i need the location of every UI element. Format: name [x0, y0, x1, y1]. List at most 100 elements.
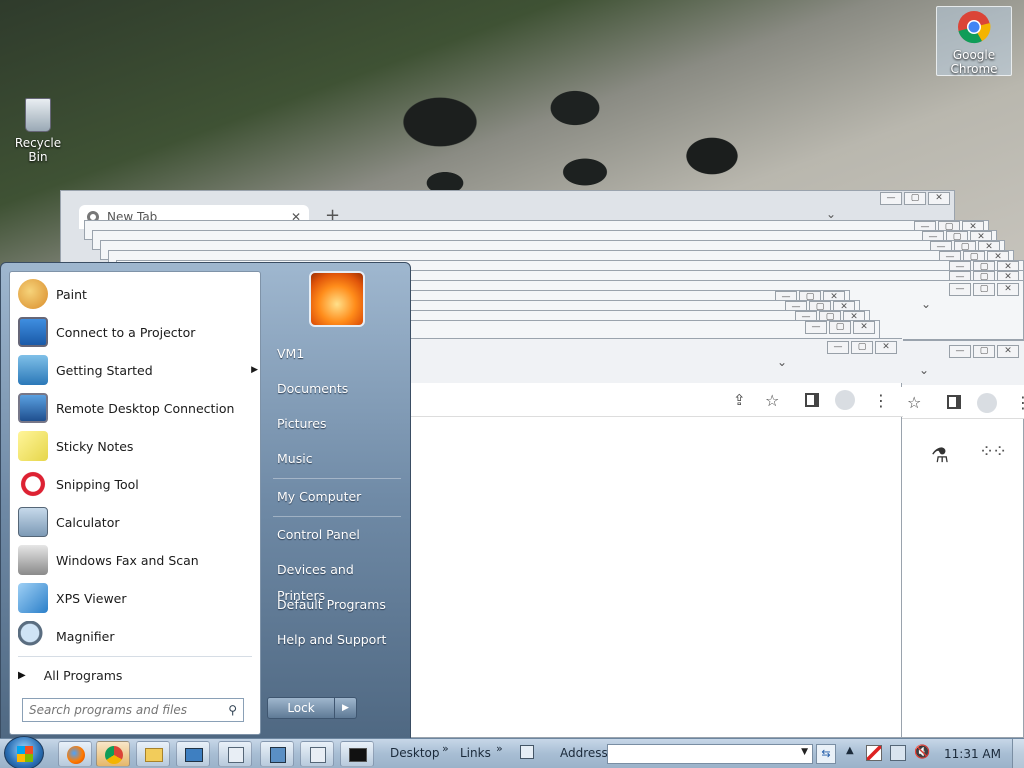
omnibox[interactable]	[381, 387, 903, 417]
program-label: Magnifier	[56, 628, 115, 644]
program-calculator[interactable]: Calculator	[18, 504, 258, 540]
projector-icon	[18, 317, 48, 347]
window-caption-buttons: — ▢ ✕	[880, 192, 950, 205]
firefox-icon	[67, 746, 85, 764]
program-label: Sticky Notes	[56, 438, 134, 454]
taskbar-app-2[interactable]	[218, 741, 252, 767]
toolbar-links[interactable]: Links	[460, 746, 491, 760]
minimize-button[interactable]: —	[880, 192, 902, 205]
start-item-control-panel[interactable]: Control Panel	[269, 522, 401, 548]
clock[interactable]: 11:31 AM	[944, 747, 1001, 761]
sticky-notes-icon	[18, 431, 48, 461]
program-label: Calculator	[56, 514, 120, 530]
go-refresh-button[interactable]: ⇆	[816, 744, 836, 764]
taskbar-firefox[interactable]	[58, 741, 92, 767]
program-snipping-tool[interactable]: Snipping Tool	[18, 466, 258, 502]
all-programs-label: All Programs	[43, 667, 123, 683]
chrome-label: Google Chrome	[950, 48, 998, 76]
start-menu: Paint Connect to a Projector Getting Sta…	[0, 262, 411, 740]
all-programs-item[interactable]: ▶ All Programs	[18, 662, 254, 688]
toolbar-chevron-icon[interactable]: »	[496, 742, 503, 755]
program-label: Snipping Tool	[56, 476, 139, 492]
getting-started-icon	[18, 355, 48, 385]
volume-icon[interactable]: 🔇	[914, 745, 930, 760]
chrome-shortcut[interactable]: Google Chrome	[936, 6, 1012, 76]
fax-scan-icon	[18, 545, 48, 575]
quick-launch-icon[interactable]	[520, 745, 534, 759]
labs-flask-icon[interactable]: ⚗	[931, 443, 949, 467]
right-browser-window[interactable]: — ▢ ✕ ⌄ ☆ ⋮ ⚗ ⁘⁘	[900, 340, 1024, 738]
close-button[interactable]: ✕	[928, 192, 950, 205]
program-xps-viewer[interactable]: XPS Viewer	[18, 580, 258, 616]
user-picture[interactable]	[309, 271, 365, 327]
program-sticky-notes[interactable]: Sticky Notes	[18, 428, 258, 464]
taskbar-cmd[interactable]	[340, 741, 374, 767]
tab-search-icon[interactable]: ⌄	[777, 355, 787, 369]
start-item-pictures[interactable]: Pictures	[269, 411, 401, 437]
toolbar-chevron-icon[interactable]: »	[442, 742, 449, 755]
windows-logo-icon	[17, 746, 33, 762]
profile-icon[interactable]	[977, 393, 997, 413]
program-getting-started[interactable]: Getting Started ▶	[18, 352, 258, 388]
toolbar-desktop[interactable]: Desktop	[390, 746, 440, 760]
menu-kebab-icon[interactable]: ⋮	[1015, 393, 1024, 412]
programs-divider	[18, 656, 252, 657]
bookmark-star-icon[interactable]: ☆	[907, 393, 921, 412]
tab-search-icon[interactable]: ⌄	[826, 207, 836, 221]
stacked-window[interactable]: — ▢ ✕	[380, 320, 880, 340]
share-icon[interactable]: ⇪	[733, 391, 746, 409]
start-item-devices-printers[interactable]: Devices and Printers	[269, 557, 401, 603]
start-item-help-support[interactable]: Help and Support	[269, 627, 401, 653]
program-fax-scan[interactable]: Windows Fax and Scan	[18, 542, 258, 578]
window-icon	[310, 747, 326, 763]
right-divider	[273, 516, 401, 517]
right-divider	[273, 478, 401, 479]
search-box[interactable]: ⚲	[22, 698, 244, 722]
taskbar-app-3[interactable]	[260, 741, 294, 767]
program-paint[interactable]: Paint	[18, 276, 258, 312]
search-icon[interactable]: ⚲	[228, 703, 237, 717]
address-combobox[interactable]: ▼	[607, 744, 813, 764]
dropdown-arrow-icon[interactable]: ▼	[801, 747, 808, 757]
xps-viewer-icon	[18, 583, 48, 613]
right-tab-search-icon[interactable]: ⌄	[919, 363, 929, 377]
chrome-icon	[958, 11, 991, 44]
tray-expand-icon[interactable]: ▲	[846, 745, 854, 756]
program-label: Connect to a Projector	[56, 324, 196, 340]
taskbar-explorer[interactable]	[136, 741, 170, 767]
lock-button[interactable]: Lock	[267, 697, 335, 719]
maximize-button[interactable]: ▢	[904, 192, 926, 205]
search-input[interactable]	[29, 703, 229, 717]
paint-icon	[18, 279, 48, 309]
taskbar-app-1[interactable]	[176, 741, 210, 767]
program-label: Getting Started	[56, 362, 153, 378]
taskbar-app-4[interactable]	[300, 741, 334, 767]
recycle-bin-shortcut[interactable]: Recycle Bin	[4, 98, 72, 164]
program-connect-projector[interactable]: Connect to a Projector	[18, 314, 258, 350]
program-label: Remote Desktop Connection	[56, 400, 235, 416]
start-button[interactable]	[4, 736, 44, 768]
start-item-music[interactable]: Music	[269, 446, 401, 472]
show-desktop-button[interactable]	[1012, 739, 1024, 768]
shutdown-options-button[interactable]: ▶	[335, 697, 357, 719]
taskbar-chrome[interactable]	[96, 741, 130, 767]
programs-pane: Paint Connect to a Projector Getting Sta…	[9, 271, 261, 735]
start-item-documents[interactable]: Documents	[269, 376, 401, 402]
program-magnifier[interactable]: Magnifier	[18, 618, 258, 654]
profile-icon[interactable]	[835, 390, 855, 410]
program-remote-desktop[interactable]: Remote Desktop Connection	[18, 390, 258, 426]
recycle-bin-label: Recycle Bin	[14, 136, 62, 164]
side-panel-icon[interactable]	[805, 393, 819, 407]
menu-kebab-icon[interactable]: ⋮	[873, 391, 889, 410]
start-item-user[interactable]: VM1	[269, 341, 401, 367]
recycle-bin-icon	[25, 98, 51, 132]
terminal-icon	[349, 748, 367, 762]
bookmark-star-icon[interactable]: ☆	[765, 391, 779, 410]
start-item-default-programs[interactable]: Default Programs	[269, 592, 401, 618]
front-browser-window[interactable]: — ▢ ✕ ⌄ ⇪ ☆ ⋮	[380, 338, 903, 738]
network-icon[interactable]	[890, 745, 906, 761]
start-item-computer[interactable]: My Computer	[269, 484, 401, 510]
apps-grid-icon[interactable]: ⁘⁘	[979, 441, 1007, 462]
action-center-icon[interactable]	[866, 745, 882, 761]
side-panel-icon[interactable]	[947, 395, 961, 409]
